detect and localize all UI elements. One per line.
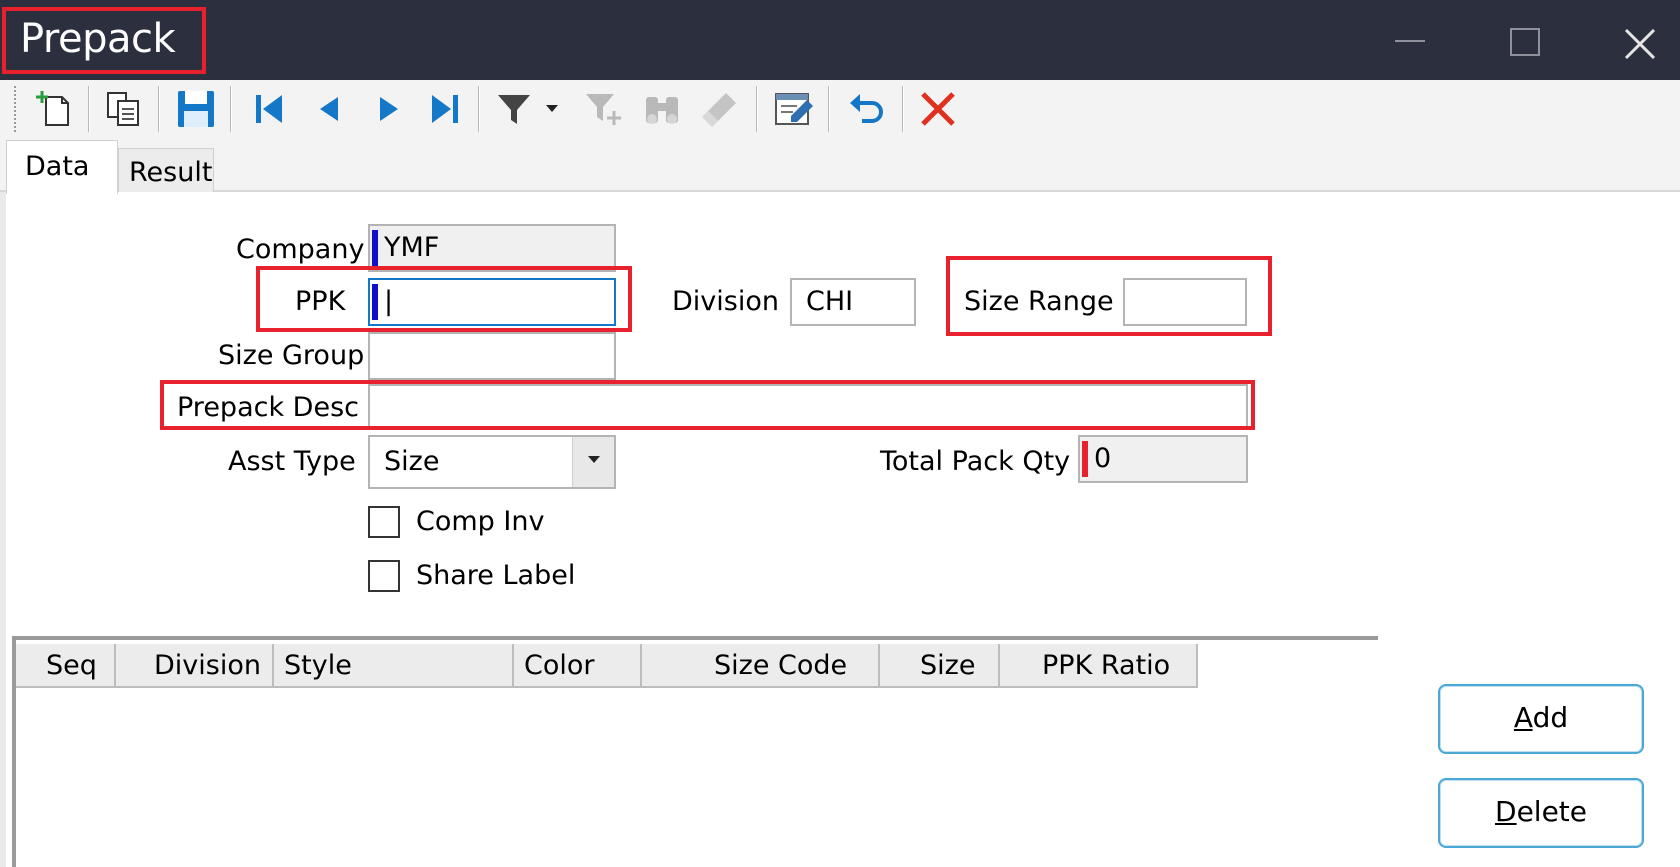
column-header-color[interactable]: Color xyxy=(514,644,642,688)
edit-form-button[interactable] xyxy=(770,85,818,133)
maximize-icon xyxy=(1510,28,1540,56)
add-button-label: dd xyxy=(1532,701,1569,734)
prepack-desc-field[interactable] xyxy=(368,384,1248,430)
undo-button[interactable] xyxy=(842,85,890,133)
toolbar-separator xyxy=(158,86,160,132)
delete-button-mnemonic: D xyxy=(1495,795,1517,828)
required-marker xyxy=(372,284,378,320)
maximize-button[interactable] xyxy=(1495,16,1555,66)
save-icon xyxy=(178,91,214,127)
filter-button[interactable] xyxy=(490,85,538,133)
toolbar-separator xyxy=(478,86,480,132)
add-filter-icon xyxy=(586,94,621,125)
edit-form-icon xyxy=(775,93,813,125)
total-marker xyxy=(1082,441,1088,477)
company-label: Company xyxy=(236,234,365,265)
column-header-size[interactable]: Size xyxy=(880,644,1000,688)
size-group-field[interactable] xyxy=(368,332,616,380)
tab-result-label: Result xyxy=(129,157,213,188)
next-record-icon xyxy=(380,97,398,121)
asst-type-value: Size xyxy=(384,446,440,477)
ppk-label: PPK xyxy=(295,286,346,317)
last-record-button[interactable] xyxy=(420,85,468,133)
toolbar-separator xyxy=(88,86,90,132)
toolbar-separator xyxy=(828,86,830,132)
minimize-button[interactable] xyxy=(1380,16,1440,66)
add-button-mnemonic: A xyxy=(1513,701,1533,734)
close-icon xyxy=(1624,28,1656,60)
share-label-label: Share Label xyxy=(416,560,576,591)
ppk-field[interactable]: | xyxy=(368,278,616,326)
column-header-seq[interactable]: Seq xyxy=(16,644,116,688)
chevron-down-icon xyxy=(587,456,600,463)
column-header-style[interactable]: Style xyxy=(274,644,514,688)
title-bar: Prepack xyxy=(0,0,1680,80)
size-group-label: Size Group xyxy=(218,340,365,371)
data-form: Company YMF PPK | Division CHI Size Rang… xyxy=(0,192,1680,632)
division-label: Division xyxy=(672,286,779,317)
size-range-label: Size Range xyxy=(964,286,1114,317)
new-record-icon xyxy=(36,91,69,126)
delete-button[interactable]: Delete xyxy=(1438,778,1644,848)
tab-strip: Data Result xyxy=(0,138,1680,194)
save-button[interactable] xyxy=(172,85,220,133)
comp-inv-checkbox[interactable] xyxy=(368,506,400,538)
clear-button[interactable] xyxy=(696,85,744,133)
column-header-division[interactable]: Division xyxy=(116,644,274,688)
column-header-ppk-ratio[interactable]: PPK Ratio xyxy=(1000,644,1196,688)
add-button[interactable]: Add xyxy=(1438,684,1644,754)
first-record-icon xyxy=(256,95,282,123)
window-title: Prepack xyxy=(20,16,176,62)
add-filter-button[interactable] xyxy=(580,85,628,133)
first-record-button[interactable] xyxy=(246,85,294,133)
toolbar-separator xyxy=(756,86,758,132)
filter-icon xyxy=(498,95,530,124)
grid-header: Seq Division Style Color Size Code Size … xyxy=(16,644,1198,688)
previous-record-icon xyxy=(320,97,338,121)
next-record-button[interactable] xyxy=(364,85,412,133)
tab-result[interactable]: Result xyxy=(118,148,214,192)
ppk-value: | xyxy=(384,286,394,317)
tab-data[interactable]: Data xyxy=(6,140,118,194)
division-value: CHI xyxy=(806,286,854,317)
minimize-icon xyxy=(1395,40,1425,42)
column-header-size-code[interactable]: Size Code xyxy=(642,644,880,688)
total-pack-qty-label: Total Pack Qty xyxy=(880,446,1071,477)
last-record-icon xyxy=(432,95,458,123)
copy-record-icon xyxy=(107,92,139,126)
new-record-button[interactable] xyxy=(30,85,78,133)
toolbar-separator xyxy=(902,86,904,132)
binoculars-find-icon xyxy=(646,97,678,124)
clear-icon xyxy=(702,93,736,127)
share-label-checkbox[interactable] xyxy=(368,560,400,592)
required-marker xyxy=(372,230,378,266)
comp-inv-label: Comp Inv xyxy=(416,506,545,537)
filter-dropdown-icon xyxy=(546,105,558,112)
delete-icon xyxy=(921,92,955,126)
prepack-desc-label: Prepack Desc xyxy=(177,392,359,423)
size-range-field[interactable] xyxy=(1123,278,1247,326)
toolbar-separator xyxy=(230,86,232,132)
total-pack-qty-value: 0 xyxy=(1094,443,1112,474)
previous-record-button[interactable] xyxy=(306,85,354,133)
tab-data-label: Data xyxy=(25,151,90,182)
company-value: YMF xyxy=(384,232,440,263)
asst-type-label: Asst Type xyxy=(228,446,356,477)
lines-grid-area: Seq Division Style Color Size Code Size … xyxy=(0,632,1680,867)
division-field[interactable]: CHI xyxy=(790,278,916,326)
toolbar xyxy=(0,80,1680,138)
delete-record-button[interactable] xyxy=(914,85,962,133)
toolbar-grip xyxy=(14,86,18,132)
undo-icon xyxy=(850,94,883,123)
close-button[interactable] xyxy=(1610,16,1670,66)
filter-dropdown-button[interactable] xyxy=(538,85,566,133)
find-button[interactable] xyxy=(638,85,686,133)
asst-type-dropdown-button[interactable] xyxy=(572,437,614,487)
grid-top-border xyxy=(12,636,1378,640)
total-pack-qty-field[interactable]: 0 xyxy=(1078,435,1248,483)
asst-type-select[interactable]: Size xyxy=(368,435,616,489)
company-field[interactable]: YMF xyxy=(368,224,616,272)
copy-record-button[interactable] xyxy=(100,85,148,133)
delete-button-label: elete xyxy=(1516,795,1587,828)
